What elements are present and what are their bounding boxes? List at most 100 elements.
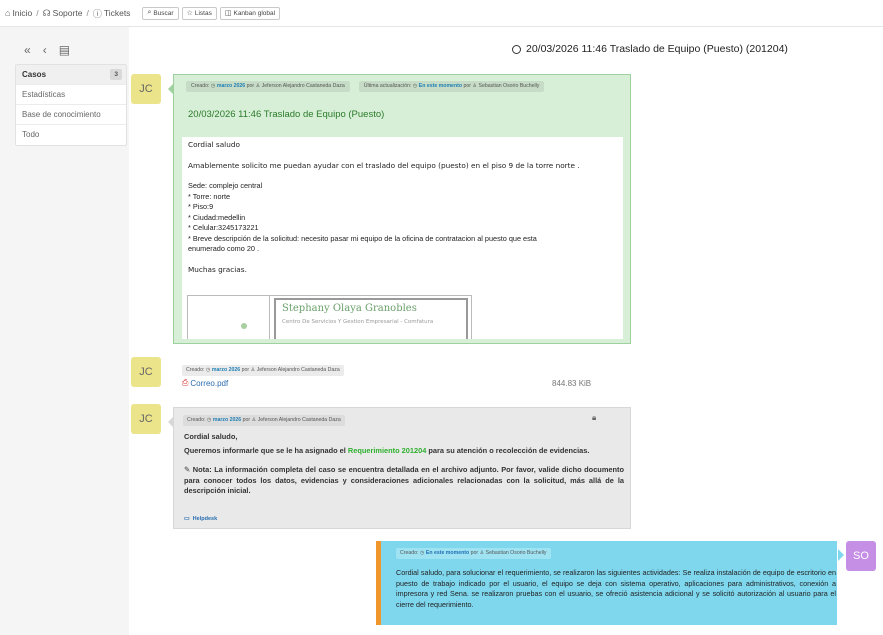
- document-item: Creado: ◷ marzo 2026 por ♙ Jeferson Alej…: [173, 360, 631, 396]
- page-title: 20/03/2026 11:46 Traslado de Equipo (Pue…: [512, 43, 788, 55]
- double-chevron-left-icon[interactable]: «: [24, 43, 31, 57]
- kanban-button-label: Kanban global: [233, 9, 276, 17]
- created-author[interactable]: Jeferson Alejandro Castaneda Daza: [257, 367, 340, 373]
- page-title-text: 20/03/2026 11:46 Traslado de Equipo (Pue…: [526, 43, 788, 55]
- text-line: Sede: complejo central: [188, 181, 263, 190]
- columns-icon: ◫: [224, 10, 232, 17]
- menu-item-todo[interactable]: Todo: [16, 125, 126, 145]
- attachment-name[interactable]: Correo.pdf: [190, 379, 228, 388]
- breadcrumb-home[interactable]: Inicio: [12, 8, 32, 18]
- menu-item-label: Todo: [22, 130, 40, 139]
- solution-item: Creado: ◷ En este momento por ♙ Sebastia…: [376, 541, 844, 625]
- update-author[interactable]: Sebastian Osorio Buchelly: [479, 83, 540, 89]
- created-label: Creado:: [186, 367, 205, 373]
- user-icon: ♙: [479, 550, 485, 556]
- attachment-link[interactable]: ⎙ Correo.pdf: [182, 378, 228, 388]
- ticket-description: Cordial saludo Amablemente solicito me p…: [182, 137, 623, 339]
- search-icon: ⌕: [147, 9, 152, 16]
- created-label: Creado:: [187, 417, 206, 423]
- updated-meta: Última actualización: ◷ En este momento …: [358, 81, 545, 92]
- list-icon[interactable]: ▤: [59, 43, 70, 57]
- signature-subtitle: Centro De Servicios Y Gestion Empresaria…: [282, 318, 434, 325]
- text-line: enumerado como 20 .: [188, 244, 259, 253]
- requirement-link[interactable]: Requerimiento 201204: [348, 446, 426, 455]
- bubble-arrow: [168, 416, 174, 428]
- by-label: por: [241, 367, 250, 373]
- search-button-label: Buscar: [153, 9, 174, 17]
- kanban-button[interactable]: ◫ Kanban global: [219, 6, 281, 20]
- side-menu: Casos 3 Estadísticas Base de conocimient…: [15, 64, 127, 146]
- breadcrumb-support[interactable]: Soporte: [53, 8, 83, 18]
- menu-item-estadisticas[interactable]: Estadísticas: [16, 85, 126, 105]
- alert-circle-icon: ⓘ: [92, 8, 102, 19]
- created-date: En este momento: [425, 550, 470, 556]
- created-meta: Creado: ◷ En este momento por ♙ Sebastia…: [396, 548, 551, 559]
- clock-icon: ◷: [206, 417, 212, 423]
- text-line: * Ciudad:medellin: [188, 212, 246, 222]
- bubble-arrow: [168, 83, 174, 95]
- text-line: ✎ Nota: La información completa del caso…: [184, 465, 624, 497]
- text-line: Cordial saludo: [188, 140, 240, 149]
- toolbar: ⌕ Buscar ☆ Listas ◫ Kanban global: [139, 6, 281, 20]
- by-label: por: [242, 417, 251, 423]
- lock-icon: 🔒︎: [592, 413, 597, 422]
- user-icon: ♙: [250, 367, 256, 373]
- breadcrumb: ⌂ Inicio / ☊ Soporte / ⓘ Tickets: [5, 7, 130, 20]
- created-label: Creado:: [191, 83, 210, 89]
- text-line: * Celular:3245173221: [188, 223, 259, 232]
- email-signature: Stephany Olaya Granobles Centro De Servi…: [187, 295, 472, 339]
- ticket-title: 20/03/2026 11:46 Traslado de Equipo (Pue…: [188, 109, 385, 120]
- text-line: * Torre: norte: [188, 191, 231, 201]
- update-date: En este momento: [418, 83, 463, 89]
- task-item: Creado: ◷ marzo 2026 por ♙ Jeferson Alej…: [168, 407, 631, 529]
- clock-icon: ◷: [412, 83, 418, 89]
- top-bar: ⌂ Inicio / ☊ Soporte / ⓘ Tickets ⌕ Buscar…: [0, 0, 883, 27]
- nav-controls: « ‹ ▤: [24, 43, 70, 57]
- bubble-arrow: [838, 549, 844, 561]
- created-label: Creado:: [400, 550, 419, 556]
- text-fragment: Queremos informarle que se le ha asignad…: [184, 445, 346, 455]
- user-icon: ♙: [251, 417, 257, 423]
- created-meta: Creado: ◷ marzo 2026 por ♙ Jeferson Alej…: [186, 81, 350, 92]
- lists-button[interactable]: ☆ Listas: [181, 6, 217, 20]
- avatar: JC: [131, 74, 161, 104]
- created-meta: Creado: ◷ marzo 2026 por ♙ Jeferson Alej…: [183, 415, 345, 426]
- pdf-icon: ⎙: [182, 378, 189, 387]
- search-button[interactable]: ⌕ Buscar: [142, 6, 179, 20]
- text-line: * Breve descripción de la solicitud: nec…: [188, 233, 537, 243]
- breadcrumb-separator: /: [86, 8, 89, 18]
- text-line: Amablemente solicito me puedan ayudar co…: [188, 160, 580, 170]
- clock-icon: ◷: [205, 367, 211, 373]
- user-icon: ♙: [255, 83, 261, 89]
- menu-item-base-conocimiento[interactable]: Base de conocimiento: [16, 105, 126, 125]
- menu-item-label: Casos: [22, 70, 47, 79]
- created-date: marzo 2026: [211, 367, 241, 373]
- followup-item: Creado: ◷ marzo 2026 por ♙ Jeferson Alej…: [168, 74, 631, 344]
- note-text: Nota: La información completa del caso s…: [184, 465, 624, 495]
- count-badge: 3: [110, 69, 122, 80]
- clock-icon: ◷: [210, 83, 216, 89]
- avatar: JC: [131, 404, 161, 434]
- text-line: Muchas gracias.: [188, 264, 247, 274]
- created-author[interactable]: Jeferson Alejandro Castaneda Daza: [258, 417, 341, 423]
- signature-box: Stephany Olaya Granobles Centro De Servi…: [274, 298, 468, 339]
- star-icon: ☆: [186, 10, 193, 17]
- helpdesk-tag[interactable]: ▭ Helpdesk: [184, 515, 217, 523]
- breadcrumb-tickets[interactable]: Tickets: [104, 8, 131, 18]
- status-circle-icon: [512, 44, 521, 54]
- signature-logo: [188, 296, 270, 339]
- menu-item-label: Estadísticas: [22, 90, 66, 99]
- clock-icon: ◷: [419, 550, 425, 556]
- text-fragment: para su atención o recolección de eviden…: [428, 445, 590, 455]
- text-line: Queremos informarle que se le ha asignad…: [184, 446, 624, 457]
- created-author[interactable]: Jeferson Alejandro Castaneda Daza: [262, 83, 345, 89]
- avatar: SO: [846, 541, 876, 571]
- menu-item-casos[interactable]: Casos 3: [16, 65, 126, 85]
- chevron-left-icon[interactable]: ‹: [43, 43, 47, 57]
- created-author[interactable]: Sebastian Osorio Buchelly: [486, 550, 547, 556]
- created-meta: Creado: ◷ marzo 2026 por ♙ Jeferson Alej…: [182, 365, 344, 376]
- breadcrumb-separator: /: [36, 8, 39, 18]
- created-date: marzo 2026: [216, 83, 246, 89]
- lists-button-label: Listas: [194, 9, 212, 17]
- file-size: 844.83 KiB: [552, 379, 592, 388]
